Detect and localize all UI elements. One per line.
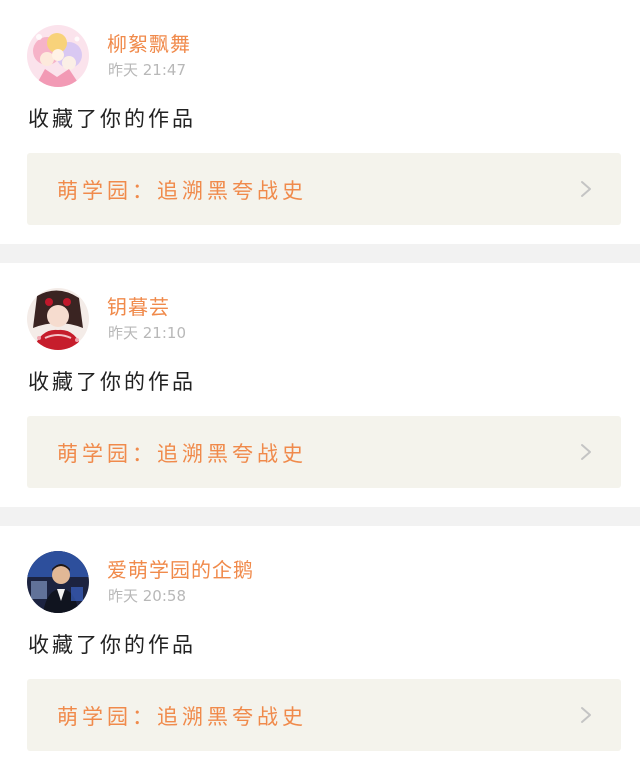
anime-girls-avatar-icon [27,25,89,87]
work-title: 萌学园：追溯黑夸战史 [57,705,307,729]
avatar[interactable] [27,551,89,613]
chevron-right-icon [581,181,591,197]
action-text: 收藏了你的作品 [28,107,196,131]
notification-list: 柳絮飘舞 昨天 21:47 收藏了你的作品 萌学园：追溯黑夸战史 钥暮芸 昨天 … [0,0,640,770]
work-title: 萌学园：追溯黑夸战史 [57,442,307,466]
man-photo-avatar-icon [27,551,89,613]
notification-card: 钥暮芸 昨天 21:10 收藏了你的作品 萌学园：追溯黑夸战史 [0,263,640,507]
work-link[interactable]: 萌学园：追溯黑夸战史 [27,153,621,225]
username[interactable]: 钥暮芸 [107,291,170,320]
avatar[interactable] [27,288,89,350]
username[interactable]: 柳絮飘舞 [107,28,191,57]
action-text: 收藏了你的作品 [28,370,196,394]
work-title: 萌学园：追溯黑夸战史 [57,179,307,203]
avatar[interactable] [27,25,89,87]
timestamp: 昨天 21:10 [108,324,186,342]
timestamp: 昨天 21:47 [108,61,186,79]
work-link[interactable]: 萌学园：追溯黑夸战史 [27,679,621,751]
work-link[interactable]: 萌学园：追溯黑夸战史 [27,416,621,488]
chevron-right-icon [581,444,591,460]
timestamp: 昨天 20:58 [108,587,186,605]
red-dress-girl-avatar-icon [27,288,89,350]
username[interactable]: 爱萌学园的企鹅 [107,554,254,583]
notification-card: 爱萌学园的企鹅 昨天 20:58 收藏了你的作品 萌学园：追溯黑夸战史 [0,526,640,770]
action-text: 收藏了你的作品 [28,633,196,657]
notification-card: 柳絮飘舞 昨天 21:47 收藏了你的作品 萌学园：追溯黑夸战史 [0,0,640,244]
chevron-right-icon [581,707,591,723]
